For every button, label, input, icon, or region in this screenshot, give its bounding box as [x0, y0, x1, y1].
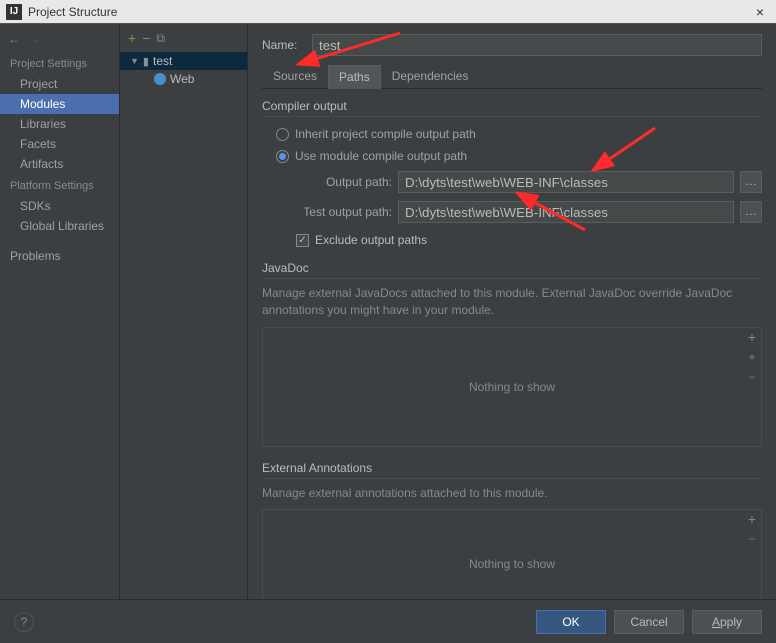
test-output-path-input[interactable]	[398, 201, 734, 223]
javadoc-title: JavaDoc	[262, 261, 762, 279]
radio-module[interactable]: Use module compile output path	[262, 145, 762, 167]
sidebar-heading-project: Project Settings	[0, 52, 119, 74]
radio-inherit[interactable]: Inherit project compile output path	[262, 123, 762, 145]
sidebar-item-libraries[interactable]: Libraries	[0, 114, 119, 134]
output-path-label: Output path:	[296, 175, 392, 189]
annotations-empty: Nothing to show	[469, 557, 555, 571]
name-input[interactable]	[312, 34, 762, 56]
output-path-input[interactable]	[398, 171, 734, 193]
titlebar: IJ Project Structure ×	[0, 0, 776, 24]
forward-icon[interactable]: →	[28, 32, 40, 46]
apply-button[interactable]: Apply	[692, 610, 762, 634]
radio-checked-icon	[276, 150, 289, 163]
remove-icon[interactable]: −	[142, 30, 150, 46]
javadoc-remove-icon[interactable]: −	[742, 367, 762, 387]
sidebar-item-facets[interactable]: Facets	[0, 134, 119, 154]
dialog-footer: ? OK Cancel Apply	[0, 599, 776, 643]
tree-node-web[interactable]: Web	[120, 70, 247, 88]
javadoc-list: Nothing to show + + −	[262, 327, 762, 447]
back-icon[interactable]: ←	[8, 32, 20, 46]
browse-output-button[interactable]: …	[740, 171, 762, 193]
app-icon: IJ	[6, 4, 22, 20]
ok-button[interactable]: OK	[536, 610, 606, 634]
copy-icon[interactable]: ⧉	[156, 31, 165, 46]
window-title: Project Structure	[28, 5, 750, 19]
javadoc-add-url-icon[interactable]: +	[742, 347, 762, 367]
javadoc-empty: Nothing to show	[469, 380, 555, 394]
name-label: Name:	[262, 38, 312, 52]
annotations-title: External Annotations	[262, 461, 762, 479]
annotations-add-icon[interactable]: +	[742, 509, 762, 529]
help-icon[interactable]: ?	[14, 612, 34, 632]
javadoc-add-icon[interactable]: +	[742, 327, 762, 347]
web-icon	[154, 73, 166, 85]
browse-test-output-button[interactable]: …	[740, 201, 762, 223]
sidebar-item-sdks[interactable]: SDKs	[0, 196, 119, 216]
annotations-desc: Manage external annotations attached to …	[262, 485, 762, 502]
tree-child-label: Web	[170, 72, 194, 86]
exclude-label: Exclude output paths	[315, 233, 427, 247]
radio-inherit-label: Inherit project compile output path	[295, 127, 476, 141]
module-tree: + − ⧉ ▼ ▮ test Web	[120, 24, 248, 599]
close-icon[interactable]: ×	[750, 4, 770, 20]
sidebar-heading-platform: Platform Settings	[0, 174, 119, 196]
module-icon: ▮	[143, 55, 149, 68]
tab-sources[interactable]: Sources	[262, 64, 328, 88]
content-panel: Name: Sources Paths Dependencies Compile…	[248, 24, 776, 599]
tree-node-root[interactable]: ▼ ▮ test	[120, 52, 247, 70]
test-output-path-label: Test output path:	[296, 205, 392, 219]
tabs: Sources Paths Dependencies	[262, 64, 762, 89]
exclude-checkbox-row[interactable]: ✓ Exclude output paths	[262, 227, 762, 253]
sidebar-item-problems[interactable]: Problems	[0, 246, 119, 266]
radio-module-label: Use module compile output path	[295, 149, 467, 163]
sidebar-item-project[interactable]: Project	[0, 74, 119, 94]
settings-sidebar: ← → Project Settings Project Modules Lib…	[0, 24, 120, 599]
compiler-output-title: Compiler output	[262, 99, 762, 117]
tree-root-label: test	[153, 54, 172, 68]
javadoc-desc: Manage external JavaDocs attached to thi…	[262, 285, 762, 319]
chevron-down-icon: ▼	[130, 56, 139, 66]
cancel-button[interactable]: Cancel	[614, 610, 684, 634]
add-icon[interactable]: +	[128, 30, 136, 46]
tab-paths[interactable]: Paths	[328, 65, 381, 89]
radio-icon	[276, 128, 289, 141]
checkbox-checked-icon: ✓	[296, 234, 309, 247]
annotations-remove-icon[interactable]: −	[742, 529, 762, 549]
annotations-list: Nothing to show + −	[262, 509, 762, 599]
tab-dependencies[interactable]: Dependencies	[381, 64, 480, 88]
sidebar-item-global-libraries[interactable]: Global Libraries	[0, 216, 119, 236]
sidebar-item-artifacts[interactable]: Artifacts	[0, 154, 119, 174]
sidebar-item-modules[interactable]: Modules	[0, 94, 119, 114]
